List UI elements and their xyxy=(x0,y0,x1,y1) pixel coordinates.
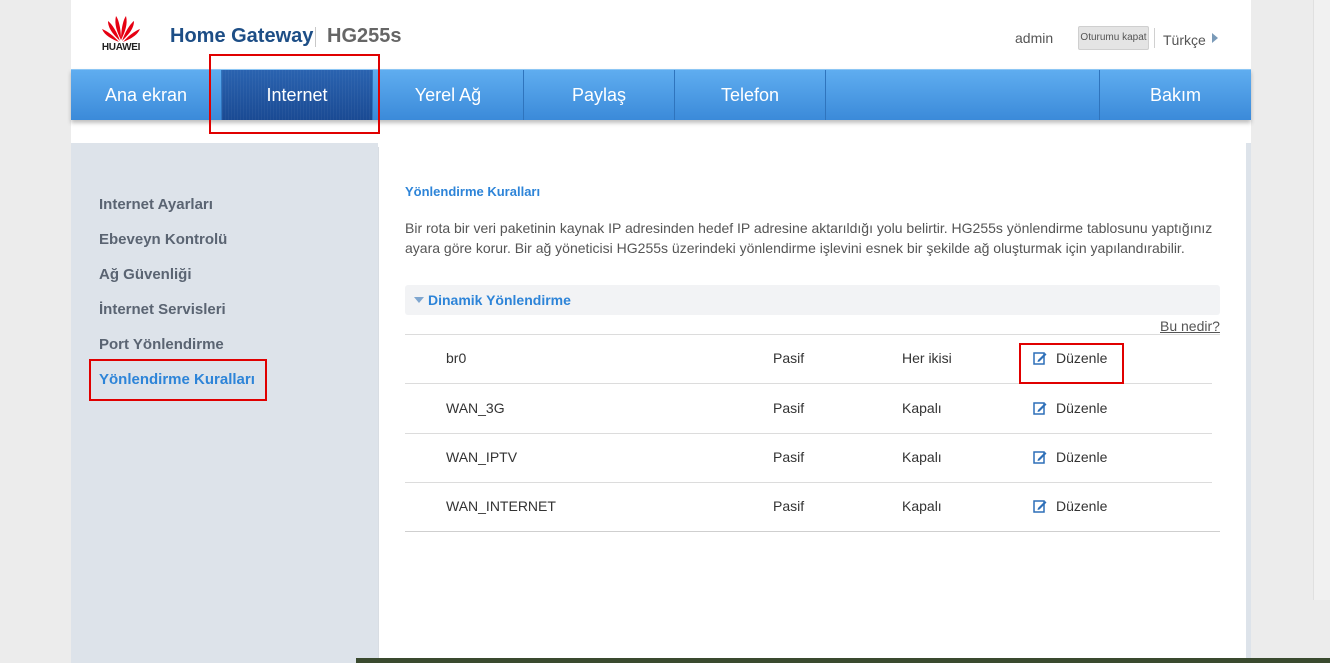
logout-button[interactable]: Oturumu kapat xyxy=(1078,26,1149,50)
router-admin-page: HUAWEI Home Gateway HG255s admin Oturumu… xyxy=(71,0,1251,663)
sidebar-item-network-security[interactable]: Ağ Güvenliği xyxy=(99,266,192,283)
logo-wordmark: HUAWEI xyxy=(101,42,141,53)
vertical-scrollbar[interactable] xyxy=(1313,0,1330,600)
edit-icon[interactable] xyxy=(1033,401,1047,415)
rip-direction: Kapalı xyxy=(902,449,942,465)
highlight-box-edit-br0 xyxy=(1019,343,1124,384)
rip-direction: Kapalı xyxy=(902,498,942,514)
panel-edge xyxy=(1246,143,1251,663)
highlight-box-routing-rules xyxy=(89,359,267,401)
nav-tab-maintenance[interactable]: Bakım xyxy=(1100,70,1251,120)
edit-icon[interactable] xyxy=(1033,499,1047,513)
help-link[interactable]: Bu nedir? xyxy=(1160,318,1220,334)
brand-divider xyxy=(315,27,316,47)
rip-state: Pasif xyxy=(773,350,805,366)
rip-state: Pasif xyxy=(773,449,805,465)
interface-name: br0 xyxy=(446,350,467,366)
edit-label[interactable]: Düzenle xyxy=(1056,498,1107,514)
edit-label[interactable]: Düzenle xyxy=(1056,449,1107,465)
nav-divider xyxy=(825,70,826,120)
sidebar-item-internet-services[interactable]: İnternet Servisleri xyxy=(99,301,226,318)
desktop-strip xyxy=(356,658,1330,663)
sidebar-item-internet-settings[interactable]: Internet Ayarları xyxy=(99,196,213,213)
table-row: WAN_IPTV Pasif Kapalı Düzenle xyxy=(405,434,1212,483)
dynamic-routing-section-header[interactable]: Dinamik Yönlendirme xyxy=(405,285,1220,315)
section-title[interactable]: Dinamik Yönlendirme xyxy=(428,292,571,308)
language-selector[interactable]: Türkçe xyxy=(1163,32,1206,48)
rip-state: Pasif xyxy=(773,400,805,416)
sidebar-item-parental-control[interactable]: Ebeveyn Kontrolü xyxy=(99,231,227,248)
rip-direction: Kapalı xyxy=(902,400,942,416)
rip-state: Pasif xyxy=(773,498,805,514)
highlight-box-internet-tab xyxy=(209,54,380,134)
interface-name: WAN_IPTV xyxy=(446,449,518,465)
page-title: Yönlendirme Kuralları xyxy=(405,184,541,199)
edit-label[interactable]: Düzenle xyxy=(1056,400,1107,416)
model-name: HG255s xyxy=(327,25,402,47)
rip-direction: Her ikisi xyxy=(902,350,952,366)
language-divider xyxy=(1154,28,1155,48)
table-row: WAN_3G Pasif Kapalı Düzenle xyxy=(405,385,1212,434)
username-label: admin xyxy=(1015,30,1054,46)
nav-tab-phone[interactable]: Telefon xyxy=(675,70,825,120)
page-description: Bir rota bir veri paketinin kaynak IP ad… xyxy=(405,220,1213,256)
sidebar: Internet Ayarları Ebeveyn Kontrolü Ağ Gü… xyxy=(71,143,378,663)
sidebar-item-port-forwarding[interactable]: Port Yönlendirme xyxy=(99,336,224,353)
interface-name: WAN_3G xyxy=(446,400,505,416)
interface-name: WAN_INTERNET xyxy=(446,498,556,514)
brand-title: Home Gateway xyxy=(170,25,314,47)
nav-tab-share[interactable]: Paylaş xyxy=(524,70,674,120)
nav-tab-home[interactable]: Ana ekran xyxy=(71,70,221,120)
edit-icon[interactable] xyxy=(1033,450,1047,464)
nav-tab-local-network[interactable]: Yerel Ağ xyxy=(373,70,523,120)
table-row: WAN_INTERNET Pasif Kapalı Düzenle xyxy=(405,483,1220,532)
content-panel: Yönlendirme Kuralları Bir rota bir veri … xyxy=(378,147,1246,663)
caret-down-icon[interactable] xyxy=(414,297,424,303)
chevron-right-icon[interactable] xyxy=(1212,33,1218,43)
